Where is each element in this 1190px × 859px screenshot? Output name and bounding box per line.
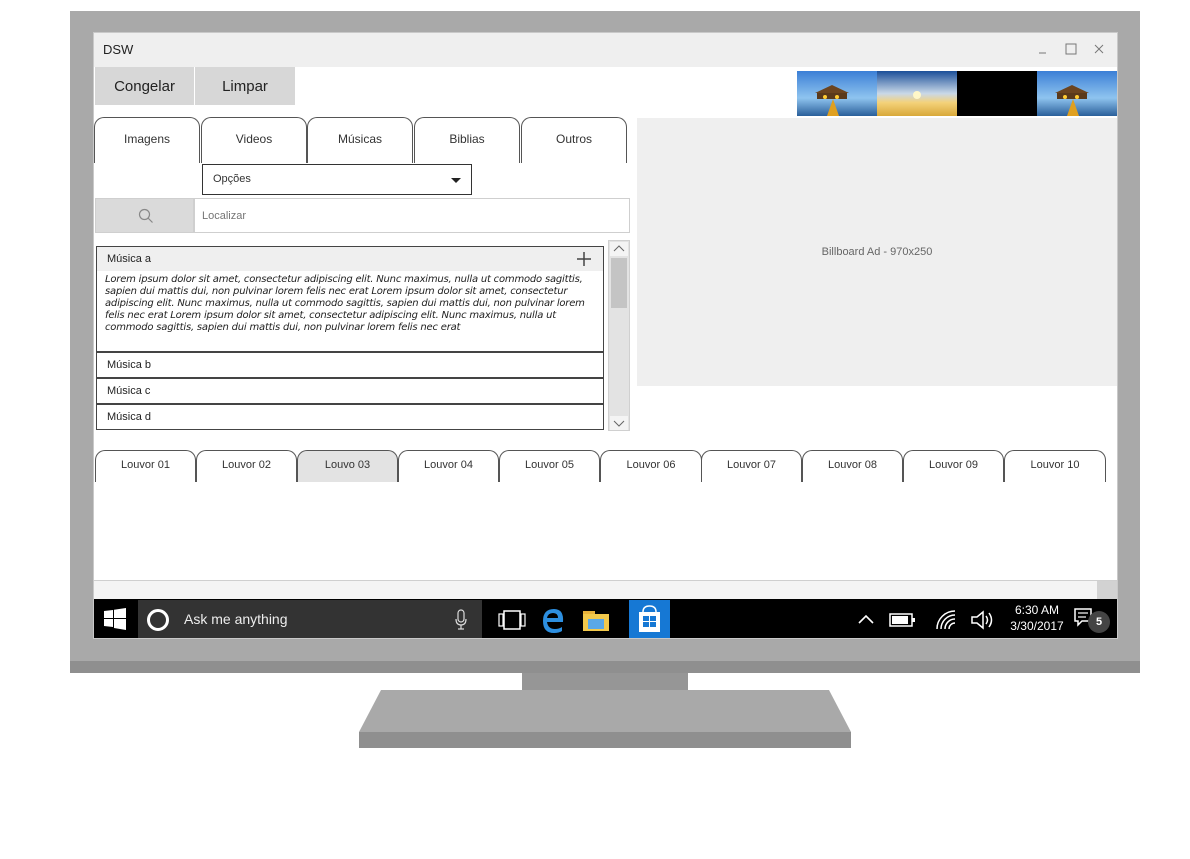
monitor-base: [359, 690, 851, 748]
search-icon: [138, 208, 153, 223]
song-list-scrollbar[interactable]: [608, 240, 630, 431]
song-item-c[interactable]: Música c: [96, 378, 604, 404]
notification-badge: 5: [1088, 611, 1110, 633]
tab-louvor-03[interactable]: Louvo 03: [297, 450, 398, 482]
tab-louvor-09[interactable]: Louvor 09: [903, 450, 1004, 482]
search-input[interactable]: [194, 198, 630, 233]
tab-louvor-05[interactable]: Louvor 05: [499, 450, 600, 482]
clock-time: 6:30 AM: [1014, 603, 1060, 617]
billboard-ad[interactable]: Billboard Ad - 970x250: [637, 118, 1117, 386]
file-explorer-icon[interactable]: [580, 605, 612, 635]
tab-louvor-02[interactable]: Louvor 02: [196, 450, 297, 482]
volume-icon[interactable]: [968, 605, 1000, 635]
chevron-up-icon[interactable]: [850, 605, 882, 635]
plus-icon[interactable]: [575, 250, 593, 268]
tab-videos[interactable]: Videos: [201, 117, 307, 163]
window-titlebar: DSW: [94, 33, 1117, 67]
search-button[interactable]: [95, 198, 194, 233]
song-item-b[interactable]: Música b: [96, 352, 604, 378]
tab-louvor-04[interactable]: Louvor 04: [398, 450, 499, 482]
tab-musicas[interactable]: Músicas: [307, 117, 413, 163]
chevron-up-icon: [613, 245, 625, 252]
thumbnail-image[interactable]: [877, 71, 957, 116]
cortana-icon: [147, 609, 169, 631]
song-label: Música d: [107, 411, 152, 423]
scroll-up-button[interactable]: [610, 242, 628, 256]
taskbar: Ask me anything 6:30 AM 3/30/2017 5: [94, 599, 1117, 638]
windows-start-icon[interactable]: [104, 608, 126, 630]
clear-button[interactable]: Limpar: [195, 67, 295, 105]
thumbnail-image[interactable]: [797, 71, 877, 116]
scroll-down-button[interactable]: [610, 416, 628, 430]
clock-date: 3/30/2017: [1010, 619, 1064, 633]
screen: DSW Congelar Limpar Imagens Videos Músic…: [93, 32, 1118, 639]
maximize-icon[interactable]: [1063, 41, 1079, 57]
thumbnail-image[interactable]: [1037, 71, 1117, 116]
options-select[interactable]: Opções: [202, 164, 472, 195]
song-label: Música b: [107, 359, 152, 371]
song-item-a[interactable]: Música a: [96, 246, 604, 272]
song-lyrics: Lorem ipsum dolor sit amet, consectetur …: [96, 271, 604, 352]
image-thumbnails: [797, 71, 1117, 116]
chevron-down-icon: [613, 420, 625, 427]
tab-louvor-07[interactable]: Louvor 07: [701, 450, 802, 482]
store-icon[interactable]: [629, 600, 670, 638]
minimize-icon[interactable]: [1035, 41, 1051, 57]
tab-outros[interactable]: Outros: [521, 117, 627, 163]
billboard-label: Billboard Ad - 970x250: [821, 246, 933, 258]
tab-louvor-08[interactable]: Louvor 08: [802, 450, 903, 482]
close-icon[interactable]: [1091, 41, 1107, 57]
scroll-thumb[interactable]: [611, 258, 627, 308]
task-view-icon[interactable]: [497, 605, 529, 635]
freeze-button[interactable]: Congelar: [95, 67, 194, 105]
taskbar-search-text: Ask me anything: [184, 611, 288, 627]
tab-louvor-10[interactable]: Louvor 10: [1004, 450, 1106, 482]
options-select-value: Opções: [213, 173, 251, 185]
window-title: DSW: [103, 42, 134, 57]
song-item-d[interactable]: Música d: [96, 404, 604, 430]
tab-louvor-06[interactable]: Louvor 06: [600, 450, 702, 482]
wifi-icon[interactable]: [931, 605, 963, 635]
tab-imagens[interactable]: Imagens: [94, 117, 200, 163]
microphone-icon[interactable]: [454, 609, 468, 631]
monitor-chin: [70, 661, 1140, 673]
taskbar-clock[interactable]: 6:30 AM 3/30/2017: [1004, 602, 1070, 634]
chevron-down-icon: [451, 178, 461, 183]
horizontal-scrollbar[interactable]: [94, 580, 1117, 599]
song-label: Música a: [107, 253, 152, 265]
taskbar-search-box[interactable]: Ask me anything: [138, 600, 482, 638]
thumbnail-image[interactable]: [957, 71, 1037, 116]
tab-louvor-01[interactable]: Louvor 01: [95, 450, 196, 482]
edge-icon[interactable]: [537, 605, 569, 635]
song-label: Música c: [107, 385, 151, 397]
battery-icon[interactable]: [887, 605, 919, 635]
tab-biblias[interactable]: Biblias: [414, 117, 520, 163]
scroll-thumb[interactable]: [1097, 581, 1117, 599]
